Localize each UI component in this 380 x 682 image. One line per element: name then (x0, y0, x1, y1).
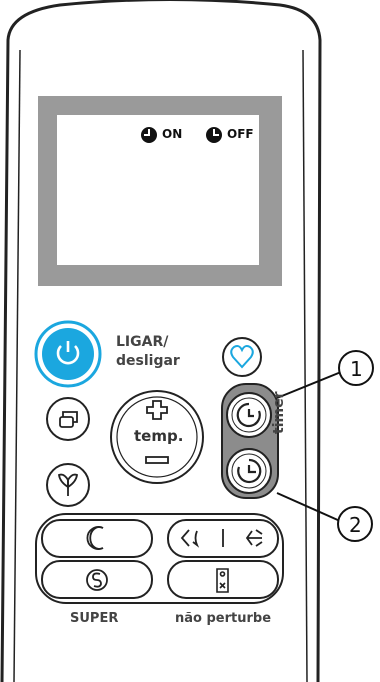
power-label-line1: LIGAR/ (116, 334, 169, 350)
sleep-button[interactable] (41, 519, 153, 558)
timer-off-indicator-icon (206, 127, 222, 143)
timer-on-button[interactable] (226, 392, 272, 438)
display-on-label: ON (162, 127, 183, 141)
timer-on-indicator-icon (141, 127, 157, 143)
super-label: SUPER (70, 611, 119, 626)
power-button[interactable] (34, 320, 102, 388)
callout-1-label: 1 (350, 357, 363, 381)
mode-button[interactable] (46, 397, 90, 441)
timer-off-button[interactable] (226, 448, 272, 494)
display-off-label: OFF (227, 127, 254, 141)
timer-label: timer (271, 391, 287, 434)
fan-button[interactable] (46, 463, 90, 507)
do-not-disturb-label: não perturbe (175, 611, 272, 626)
callout-2-label: 2 (349, 513, 362, 537)
temp-label[interactable]: temp. (134, 427, 183, 445)
power-label-line2: desligar (116, 353, 180, 369)
favorite-button[interactable] (222, 337, 262, 377)
